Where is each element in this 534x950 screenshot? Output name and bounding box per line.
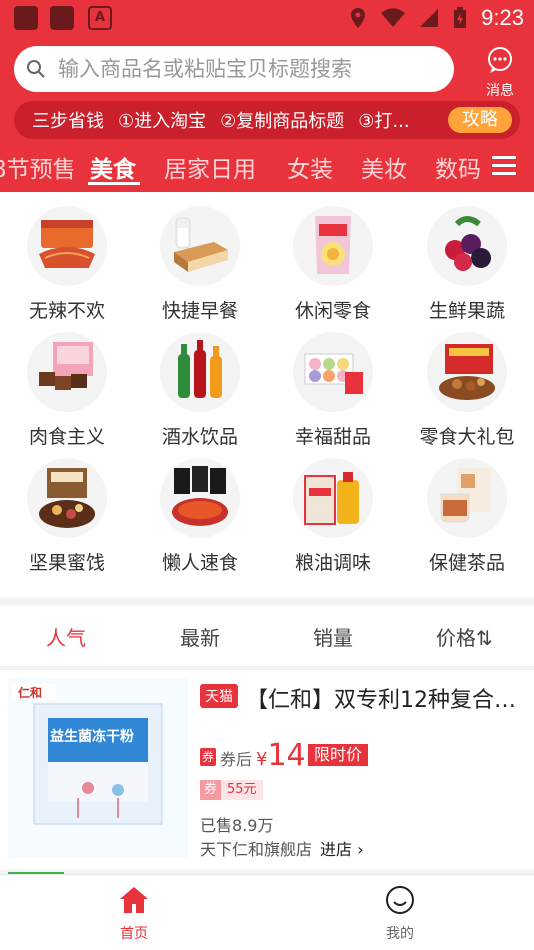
tea-icon <box>427 458 507 538</box>
after-coupon-label: 券后 <box>220 750 253 769</box>
tab-presale[interactable]: 8节预售 <box>0 150 76 184</box>
meat-icon <box>27 332 107 412</box>
tips-step-3: ③打... <box>358 111 410 132</box>
grid-item-label: 粮油调味 <box>294 552 371 574</box>
notification-app-icon: A <box>88 6 112 30</box>
nuts-icon <box>27 458 107 538</box>
active-tab-indicator <box>88 182 140 185</box>
grid-item[interactable]: 快捷早餐 <box>133 192 267 322</box>
grid-item[interactable]: 保健茶品 <box>400 444 534 574</box>
profile-icon <box>386 886 414 914</box>
grid-item[interactable]: 肉食主义 <box>0 318 134 448</box>
guide-button[interactable]: 攻略 <box>448 107 512 133</box>
grid-item[interactable]: 粮油调味 <box>266 444 400 574</box>
product-title[interactable]: 【仁和】双专利12种复合益生菌冻干粉 <box>246 682 530 714</box>
battery-icon <box>454 7 467 28</box>
notification-app-icon <box>50 6 74 30</box>
wifi-icon <box>381 8 406 27</box>
message-button[interactable]: 消息 <box>480 46 520 99</box>
grid-item[interactable]: 零食大礼包 <box>400 318 534 448</box>
category-grid: 无辣不欢 快捷早餐 休闲零食 生鲜果蔬 肉食主义 酒水饮品 幸福甜品 零食大礼包… <box>0 192 534 598</box>
nav-profile[interactable]: 我的 <box>350 885 450 943</box>
grid-item[interactable]: 懒人速食 <box>133 444 267 574</box>
tips-title: 三步省钱 <box>32 111 104 132</box>
grid-item[interactable]: 酒水饮品 <box>133 318 267 448</box>
grid-item-label: 懒人速食 <box>161 552 238 574</box>
product-image-brand: 仁和 <box>18 686 43 700</box>
nav-home[interactable]: 首页 <box>84 885 184 943</box>
product-price: ¥14 <box>256 738 306 773</box>
spicy-food-icon <box>27 206 107 286</box>
bread-icon <box>160 206 240 286</box>
product-image-text: 益生菌冻干粉 <box>50 729 134 745</box>
macaron-icon <box>293 332 373 412</box>
drinks-icon <box>160 332 240 412</box>
product-card[interactable]: 仁和 益生菌冻干粉 天猫 【仁和】双专利12种复合益生菌冻干粉 券 券后 ¥14… <box>0 670 534 870</box>
sort-price[interactable]: 价格⇅ <box>436 622 493 651</box>
tab-womens-clothing[interactable]: 女装 <box>287 150 333 184</box>
grid-item[interactable]: 生鲜果蔬 <box>400 192 534 322</box>
instant-noodle-icon <box>160 458 240 538</box>
tips-step-2: ②复制商品标题 <box>220 111 345 132</box>
price-value: 14 <box>267 738 306 773</box>
sort-newest[interactable]: 最新 <box>180 622 220 651</box>
gift-box-icon <box>427 332 507 412</box>
chat-bubble-icon <box>488 47 512 73</box>
signal-icon <box>420 9 439 27</box>
enter-shop-link[interactable]: 进店 › <box>320 840 364 859</box>
rice-oil-icon <box>293 458 373 538</box>
product-image: 仁和 益生菌冻干粉 <box>8 678 188 858</box>
bottom-navigation: 首页 我的 <box>0 874 534 950</box>
search-input[interactable] <box>58 57 438 81</box>
message-label: 消息 <box>486 83 514 99</box>
sort-bar: 人气 最新 销量 价格⇅ <box>0 606 534 666</box>
nav-profile-label: 我的 <box>386 926 414 942</box>
grid-item[interactable]: 无辣不欢 <box>0 192 134 322</box>
search-icon <box>27 60 45 78</box>
tab-beauty[interactable]: 美妆 <box>361 150 407 184</box>
search-bar[interactable] <box>14 46 454 92</box>
grid-item[interactable]: 坚果蜜饯 <box>0 444 134 574</box>
tab-household[interactable]: 居家日用 <box>164 150 256 184</box>
coupon-value: 55元 <box>221 780 263 800</box>
header: A 9:23 消息 三步省钱 ①进入淘宝 ②复制商品标题 ③打... 攻略 <box>0 0 534 192</box>
coupon-tag: 券 <box>200 748 216 766</box>
home-icon <box>120 887 148 913</box>
app-screen: A 9:23 消息 三步省钱 ①进入淘宝 ②复制商品标题 ③打... 攻略 <box>0 0 534 950</box>
savings-tips-bar[interactable]: 三步省钱 ①进入淘宝 ②复制商品标题 ③打... 攻略 <box>14 101 520 139</box>
shop-name: 天下仁和旗舰店 <box>200 840 313 859</box>
menu-icon[interactable] <box>492 156 516 176</box>
snack-bag-icon <box>293 206 373 286</box>
notification-app-icon <box>14 6 38 30</box>
berries-icon <box>427 206 507 286</box>
sort-sales[interactable]: 销量 <box>313 622 353 651</box>
grid-item[interactable]: 休闲零食 <box>266 192 400 322</box>
location-icon <box>351 8 366 28</box>
coupon-label: 券 <box>200 780 222 800</box>
tab-food[interactable]: 美食 <box>90 150 136 184</box>
tmall-badge: 天猫 <box>200 684 238 708</box>
tab-digital[interactable]: 数码 <box>435 150 481 184</box>
limited-price-tag: 限时价 <box>308 744 369 766</box>
tips-step-1: ①进入淘宝 <box>118 111 207 132</box>
clock: 9:23 <box>481 5 524 30</box>
nav-home-label: 首页 <box>120 926 148 942</box>
grid-item-label: 坚果蜜饯 <box>28 552 105 574</box>
coupon-badge: 券 55元 <box>200 780 263 800</box>
grid-item-label: 保健茶品 <box>428 552 505 574</box>
sort-popularity[interactable]: 人气 <box>46 622 86 651</box>
sold-count: 已售8.9万 <box>200 816 274 835</box>
price-currency: ¥ <box>256 749 268 770</box>
status-icons: 9:23 <box>349 4 524 32</box>
status-bar: A 9:23 <box>0 0 534 36</box>
category-tabs: 8节预售 美食 居家日用 女装 美妆 数码 <box>0 146 534 192</box>
shop-info: 天下仁和旗舰店 进店 › <box>200 836 364 860</box>
grid-item[interactable]: 幸福甜品 <box>266 318 400 448</box>
